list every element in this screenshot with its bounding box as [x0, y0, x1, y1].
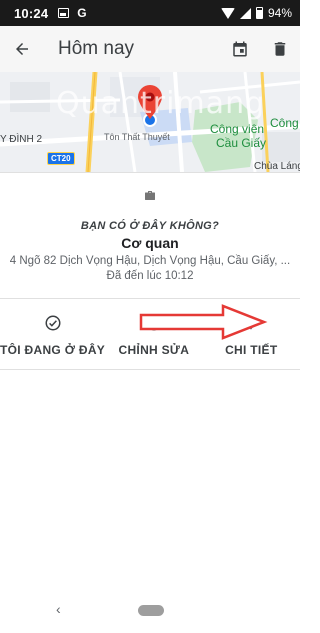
visit-info: BẠN CÓ Ở ĐÂY KHÔNG? Cơ quan 4 Ngõ 82 Dịc… — [0, 172, 300, 298]
arrow-left-icon — [16, 43, 28, 55]
im-here-label: TÔI ĐANG Ở ĐÂY — [0, 343, 106, 357]
battery-percent: 94% — [267, 6, 292, 20]
gallery-icon — [58, 8, 70, 18]
watermark: Quantrimang — [56, 86, 266, 121]
edit-label: CHỈNH SỬA — [118, 343, 190, 357]
place-name: Cơ quan — [121, 235, 179, 251]
calendar-icon — [233, 41, 247, 57]
arrival-time: Đã đến lúc 10:12 — [106, 270, 194, 282]
im-here-button[interactable]: TÔI ĐANG Ở ĐÂY — [0, 299, 105, 369]
map-label-park: Công viên — [210, 122, 265, 136]
calendar-button[interactable] — [220, 26, 260, 72]
details-button[interactable]: CHI TIẾT — [203, 299, 300, 369]
battery-icon — [255, 7, 263, 19]
status-time: 10:24 — [14, 5, 49, 21]
map-label-park-name: Cầu Giấy — [216, 136, 267, 150]
wifi-icon — [220, 7, 235, 19]
edit-circle-icon — [144, 313, 164, 333]
status-bar: 10:24 G 94% — [0, 0, 300, 26]
road-badge: CT20 — [47, 152, 75, 165]
action-row: TÔI ĐANG Ở ĐÂY CHỈNH SỬA CHI TIẾT — [0, 299, 300, 369]
map-label-edge-top: Công — [270, 116, 299, 130]
divider — [0, 369, 300, 370]
nav-back-button[interactable]: ‹ — [56, 601, 61, 617]
signal-icon — [239, 7, 251, 19]
location-pin-icon — [241, 313, 261, 333]
map-label-road: Tôn Thất Thuyết — [104, 132, 170, 142]
notification-icons: G — [58, 6, 87, 20]
system-nav-bar: ‹ — [0, 589, 300, 633]
check-circle-icon — [43, 313, 63, 333]
google-icon: G — [77, 6, 87, 20]
map-preview[interactable]: Quantrimang Y ĐÌNH 2 Tôn Thất Thuyết Côn… — [0, 72, 300, 172]
trash-icon — [274, 42, 286, 56]
briefcase-icon — [145, 191, 155, 200]
nav-home-pill[interactable] — [138, 605, 164, 616]
place-address: 4 Ngõ 82 Dịch Vọng Hậu, Dịch Vọng Hậu, C… — [9, 255, 291, 267]
details-label: CHI TIẾT — [225, 343, 278, 357]
app-bar: Hôm nay — [0, 26, 300, 72]
back-button[interactable] — [0, 26, 44, 72]
page-title: Hôm nay — [58, 38, 135, 59]
delete-button[interactable] — [260, 26, 300, 72]
map-label-district: Y ĐÌNH 2 — [0, 134, 43, 145]
map-label-edge-bottom: Chùa Láng — [254, 161, 300, 172]
edit-button[interactable]: CHỈNH SỬA — [105, 299, 202, 369]
visit-question: BẠN CÓ Ở ĐÂY KHÔNG? — [80, 220, 220, 232]
status-right: 94% — [220, 6, 292, 20]
